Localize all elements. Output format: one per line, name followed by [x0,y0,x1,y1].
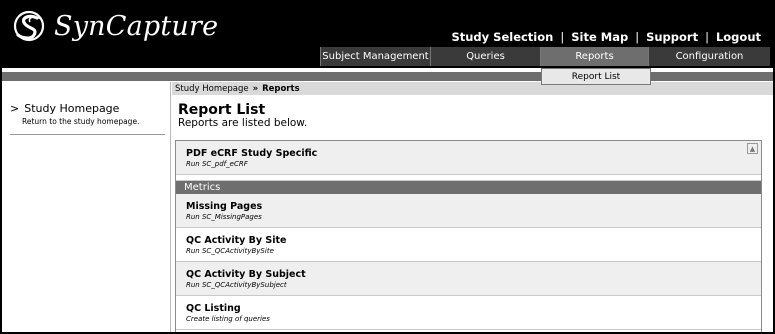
report-name: QC Activity By Subject [186,269,306,280]
subnav-bar [2,72,773,81]
scroll-up-icon[interactable]: ▲ [747,143,758,154]
tab-queries[interactable]: Queries [430,47,540,66]
report-description: Run SC_MissingPages [186,213,262,221]
breadcrumb-home-link[interactable]: Study Homepage [175,84,249,94]
sidebar-item-description: Return to the study homepage. [22,117,140,126]
tab-reports[interactable]: Reports [540,47,648,66]
report-item-qc-activity-by-subject[interactable]: QC Activity By Subject Run SC_QCActivity… [176,262,761,296]
report-item-missing-pages[interactable]: Missing Pages Run SC_MissingPages [176,194,761,228]
main-nav: Subject Management Queries Reports Confi… [320,47,770,67]
report-description: Run SC_QCActivityBySite [186,247,274,255]
support-link[interactable]: Support [646,30,698,44]
sidebar-divider-line [170,82,171,332]
breadcrumb-separator: » [252,83,259,94]
report-name: QC Listing [186,303,241,314]
syncapture-s-logo-icon [13,10,45,42]
sidebar-item-label: Study Homepage [24,102,120,115]
study-selection-link[interactable]: Study Selection [451,30,553,44]
sidebar: > Study Homepage Return to the study hom… [10,102,165,135]
sidebar-item-study-homepage[interactable]: > Study Homepage [10,102,162,116]
breadcrumb-current: Reports [262,83,300,94]
report-list: ▲ PDF eCRF Study Specific Run SC_pdf_eCR… [175,140,762,332]
report-item-pdf-ecrf[interactable]: PDF eCRF Study Specific Run SC_pdf_eCRF [176,141,761,175]
tab-configuration[interactable]: Configuration [648,47,770,66]
report-name: Missing Pages [186,201,263,212]
report-description: Run SC_pdf_eCRF [186,160,248,168]
section-heading-metrics: Metrics [176,181,761,194]
report-name: PDF eCRF Study Specific [186,148,318,159]
app-window: SynCapture Study Selection | Site Map | … [0,0,775,334]
top-link-separator: | [635,30,640,44]
logout-link[interactable]: Logout [716,30,761,44]
reports-dropdown-item-report-list[interactable]: Report List [541,68,651,85]
report-description: Create listing of queries [186,315,270,323]
brand-name: SynCapture [54,10,219,42]
report-description: Run SC_QCActivityBySubject [186,281,287,289]
page-title: Report List [178,102,266,118]
top-links: Study Selection | Site Map | Support | L… [451,30,761,44]
page-subtitle: Reports are listed below. [178,117,308,129]
site-map-link[interactable]: Site Map [571,30,628,44]
header-bar: SynCapture Study Selection | Site Map | … [2,2,773,68]
top-link-separator: | [560,30,565,44]
top-link-separator: | [705,30,709,44]
report-item-qc-activity-by-site[interactable]: QC Activity By Site Run SC_QCActivityByS… [176,228,761,262]
sidebar-separator [10,134,165,135]
tab-subject-management[interactable]: Subject Management [320,47,430,66]
report-item-qc-listing[interactable]: QC Listing Create listing of queries [176,296,761,330]
chevron-right-icon: > [10,102,20,115]
report-name: QC Activity By Site [186,235,287,246]
brand-logo[interactable]: SynCapture [12,8,218,44]
breadcrumb: Study Homepage » Reports [172,82,773,95]
